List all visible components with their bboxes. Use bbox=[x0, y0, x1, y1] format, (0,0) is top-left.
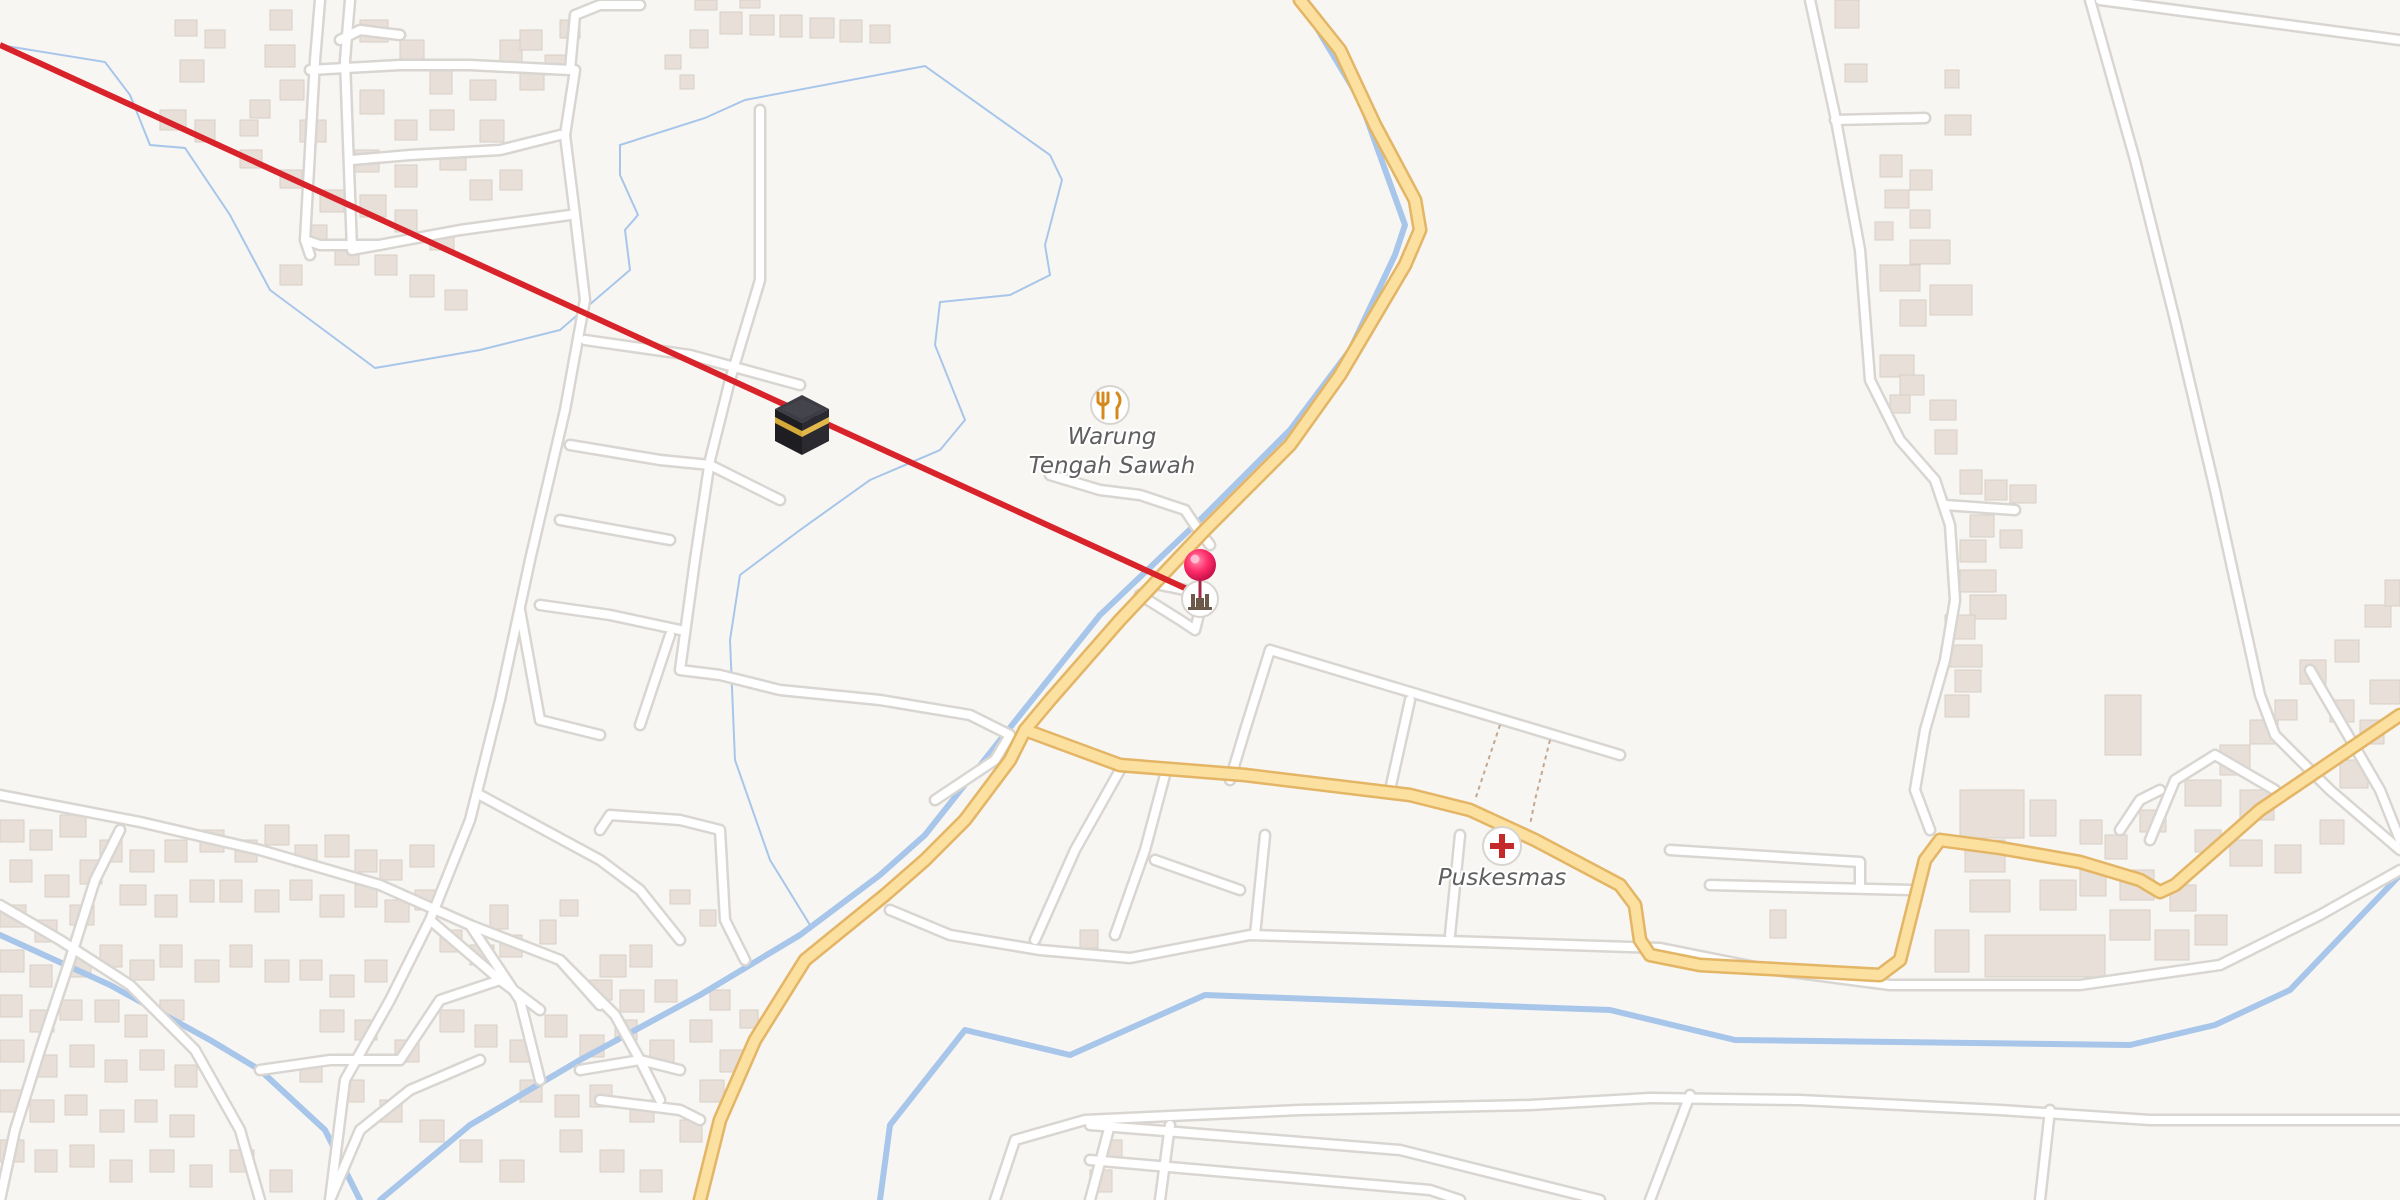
clinic-label: Puskesmas bbox=[1438, 865, 1566, 891]
restaurant-label-line1: Warung bbox=[1068, 424, 1157, 450]
restaurant-label-line2: Tengah Sawah bbox=[1029, 453, 1196, 479]
map-canvas[interactable]: Warung Tengah Sawah Puskesmas bbox=[0, 0, 2400, 1200]
medical-cross-horizontal bbox=[1490, 843, 1514, 849]
fork-knife-icon bbox=[1090, 385, 1130, 425]
